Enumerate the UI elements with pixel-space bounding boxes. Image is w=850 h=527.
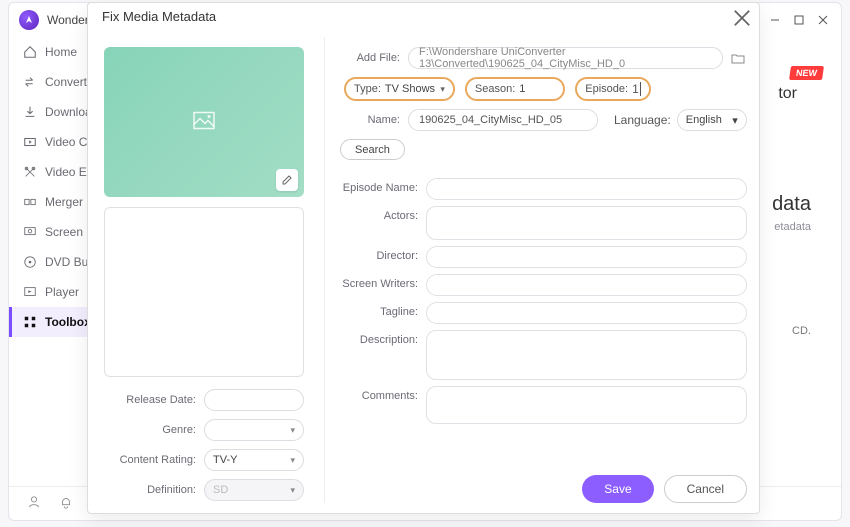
app-title: Wonder — [47, 13, 89, 27]
peek-subheading: etadata — [774, 221, 811, 233]
window-close-button[interactable] — [811, 8, 835, 32]
sidebar-item-dvd-burner[interactable]: DVD Bu — [9, 247, 97, 277]
tagline-label: Tagline: — [334, 302, 426, 324]
type-label-inner: Type: — [354, 83, 381, 95]
name-input[interactable]: 190625_04_CityMisc_HD_05 — [408, 109, 598, 131]
window-maximize-button[interactable] — [787, 8, 811, 32]
sidebar-item-screen-recorder[interactable]: Screen R — [9, 217, 97, 247]
fix-metadata-modal: Fix Media Metadata Release Date: Genre: ▾… — [87, 2, 760, 514]
actors-input[interactable] — [426, 206, 747, 240]
add-file-path: F:\Wondershare UniConverter 13\Converted… — [408, 47, 723, 69]
episode-input[interactable]: 1 — [632, 82, 641, 96]
comments-input[interactable] — [426, 386, 747, 424]
left-meta-fields: Release Date: Genre:▾ Content Rating:TV-… — [104, 389, 304, 509]
season-chip: Season: — [465, 77, 565, 101]
sidebar-item-video-compressor[interactable]: Video Co — [9, 127, 97, 157]
search-button[interactable]: Search — [340, 139, 405, 160]
modal-divider — [324, 37, 325, 503]
chevron-down-icon: ▾ — [290, 455, 295, 466]
definition-value: SD — [213, 484, 228, 496]
cancel-button[interactable]: Cancel — [664, 475, 747, 503]
language-select[interactable]: English▾ — [677, 109, 747, 131]
peek-body-text: CD. — [792, 325, 811, 337]
description-input[interactable] — [426, 330, 747, 380]
sidebar-item-label: Convert — [45, 75, 87, 89]
type-select[interactable]: TV Shows▾ — [385, 83, 445, 95]
peek-heading: data — [772, 193, 811, 216]
content-rating-value: TV-Y — [213, 454, 237, 466]
peek-text-tor: tor — [778, 85, 797, 103]
sidebar-item-label: DVD Bu — [45, 255, 88, 269]
actors-label: Actors: — [334, 206, 426, 240]
content-rating-select[interactable]: TV-Y ▾ — [204, 449, 304, 471]
description-preview-box — [104, 207, 304, 377]
director-input[interactable] — [426, 246, 747, 268]
bell-icon[interactable] — [59, 495, 73, 512]
modal-close-button[interactable] — [733, 9, 751, 27]
screen-writers-input[interactable] — [426, 274, 747, 296]
sidebar-item-label: Toolbox — [45, 315, 91, 329]
episode-name-label: Episode Name: — [334, 178, 426, 200]
genre-label: Genre: — [104, 424, 204, 436]
sidebar-item-downloader[interactable]: Downloa — [9, 97, 97, 127]
new-badge: NEW — [789, 66, 824, 80]
release-date-input[interactable] — [204, 389, 304, 411]
image-placeholder-icon — [193, 112, 215, 133]
genre-select[interactable]: ▾ — [204, 419, 304, 441]
definition-select[interactable]: SD ▾ — [204, 479, 304, 501]
definition-label: Definition: — [104, 484, 204, 496]
content-rating-label: Content Rating: — [104, 454, 204, 466]
episode-chip: Episode: 1 — [575, 77, 651, 101]
screen-writers-label: Screen Writers: — [334, 274, 426, 296]
episode-name-input[interactable] — [426, 178, 747, 200]
sidebar-item-label: Merger — [45, 195, 83, 209]
modal-actions: Save Cancel — [582, 475, 747, 503]
release-date-label: Release Date: — [104, 394, 204, 406]
user-icon[interactable] — [27, 495, 41, 512]
add-file-label: Add File: — [334, 52, 408, 64]
tagline-input[interactable] — [426, 302, 747, 324]
modal-title: Fix Media Metadata — [102, 9, 216, 24]
chevron-down-icon: ▾ — [290, 485, 295, 496]
language-label: Language: — [614, 113, 671, 127]
sidebar-item-merger[interactable]: Merger — [9, 187, 97, 217]
window-minimize-button[interactable] — [763, 8, 787, 32]
type-chip: Type: TV Shows▾ — [344, 77, 455, 101]
sidebar-item-label: Player — [45, 285, 79, 299]
sidebar-item-home[interactable]: Home — [9, 37, 97, 67]
media-thumbnail — [104, 47, 304, 197]
app-logo — [19, 10, 39, 30]
sidebar-item-toolbox[interactable]: Toolbox — [9, 307, 97, 337]
edit-thumbnail-button[interactable] — [276, 169, 298, 191]
sidebar-item-video-editor[interactable]: Video Ec — [9, 157, 97, 187]
comments-label: Comments: — [334, 386, 426, 424]
sidebar-item-converter[interactable]: Convert — [9, 67, 97, 97]
sidebar-item-label: Video Ec — [45, 165, 93, 179]
sidebar-item-label: Home — [45, 45, 77, 59]
description-label: Description: — [334, 330, 426, 380]
metadata-form: Add File: F:\Wondershare UniConverter 13… — [334, 47, 747, 503]
season-label: Season: — [475, 83, 515, 95]
episode-label: Episode: — [585, 83, 628, 95]
sidebar-item-label: Downloa — [45, 105, 92, 119]
chevron-down-icon: ▾ — [440, 84, 445, 95]
season-input[interactable] — [519, 83, 555, 95]
sidebar-item-player[interactable]: Player — [9, 277, 97, 307]
sidebar: Home Convert Downloa Video Co Video Ec M… — [9, 37, 97, 486]
name-label: Name: — [334, 114, 408, 126]
browse-folder-button[interactable] — [729, 49, 747, 67]
save-button[interactable]: Save — [582, 475, 653, 503]
chevron-down-icon: ▾ — [290, 425, 295, 436]
director-label: Director: — [334, 246, 426, 268]
chevron-down-icon: ▾ — [732, 114, 738, 127]
